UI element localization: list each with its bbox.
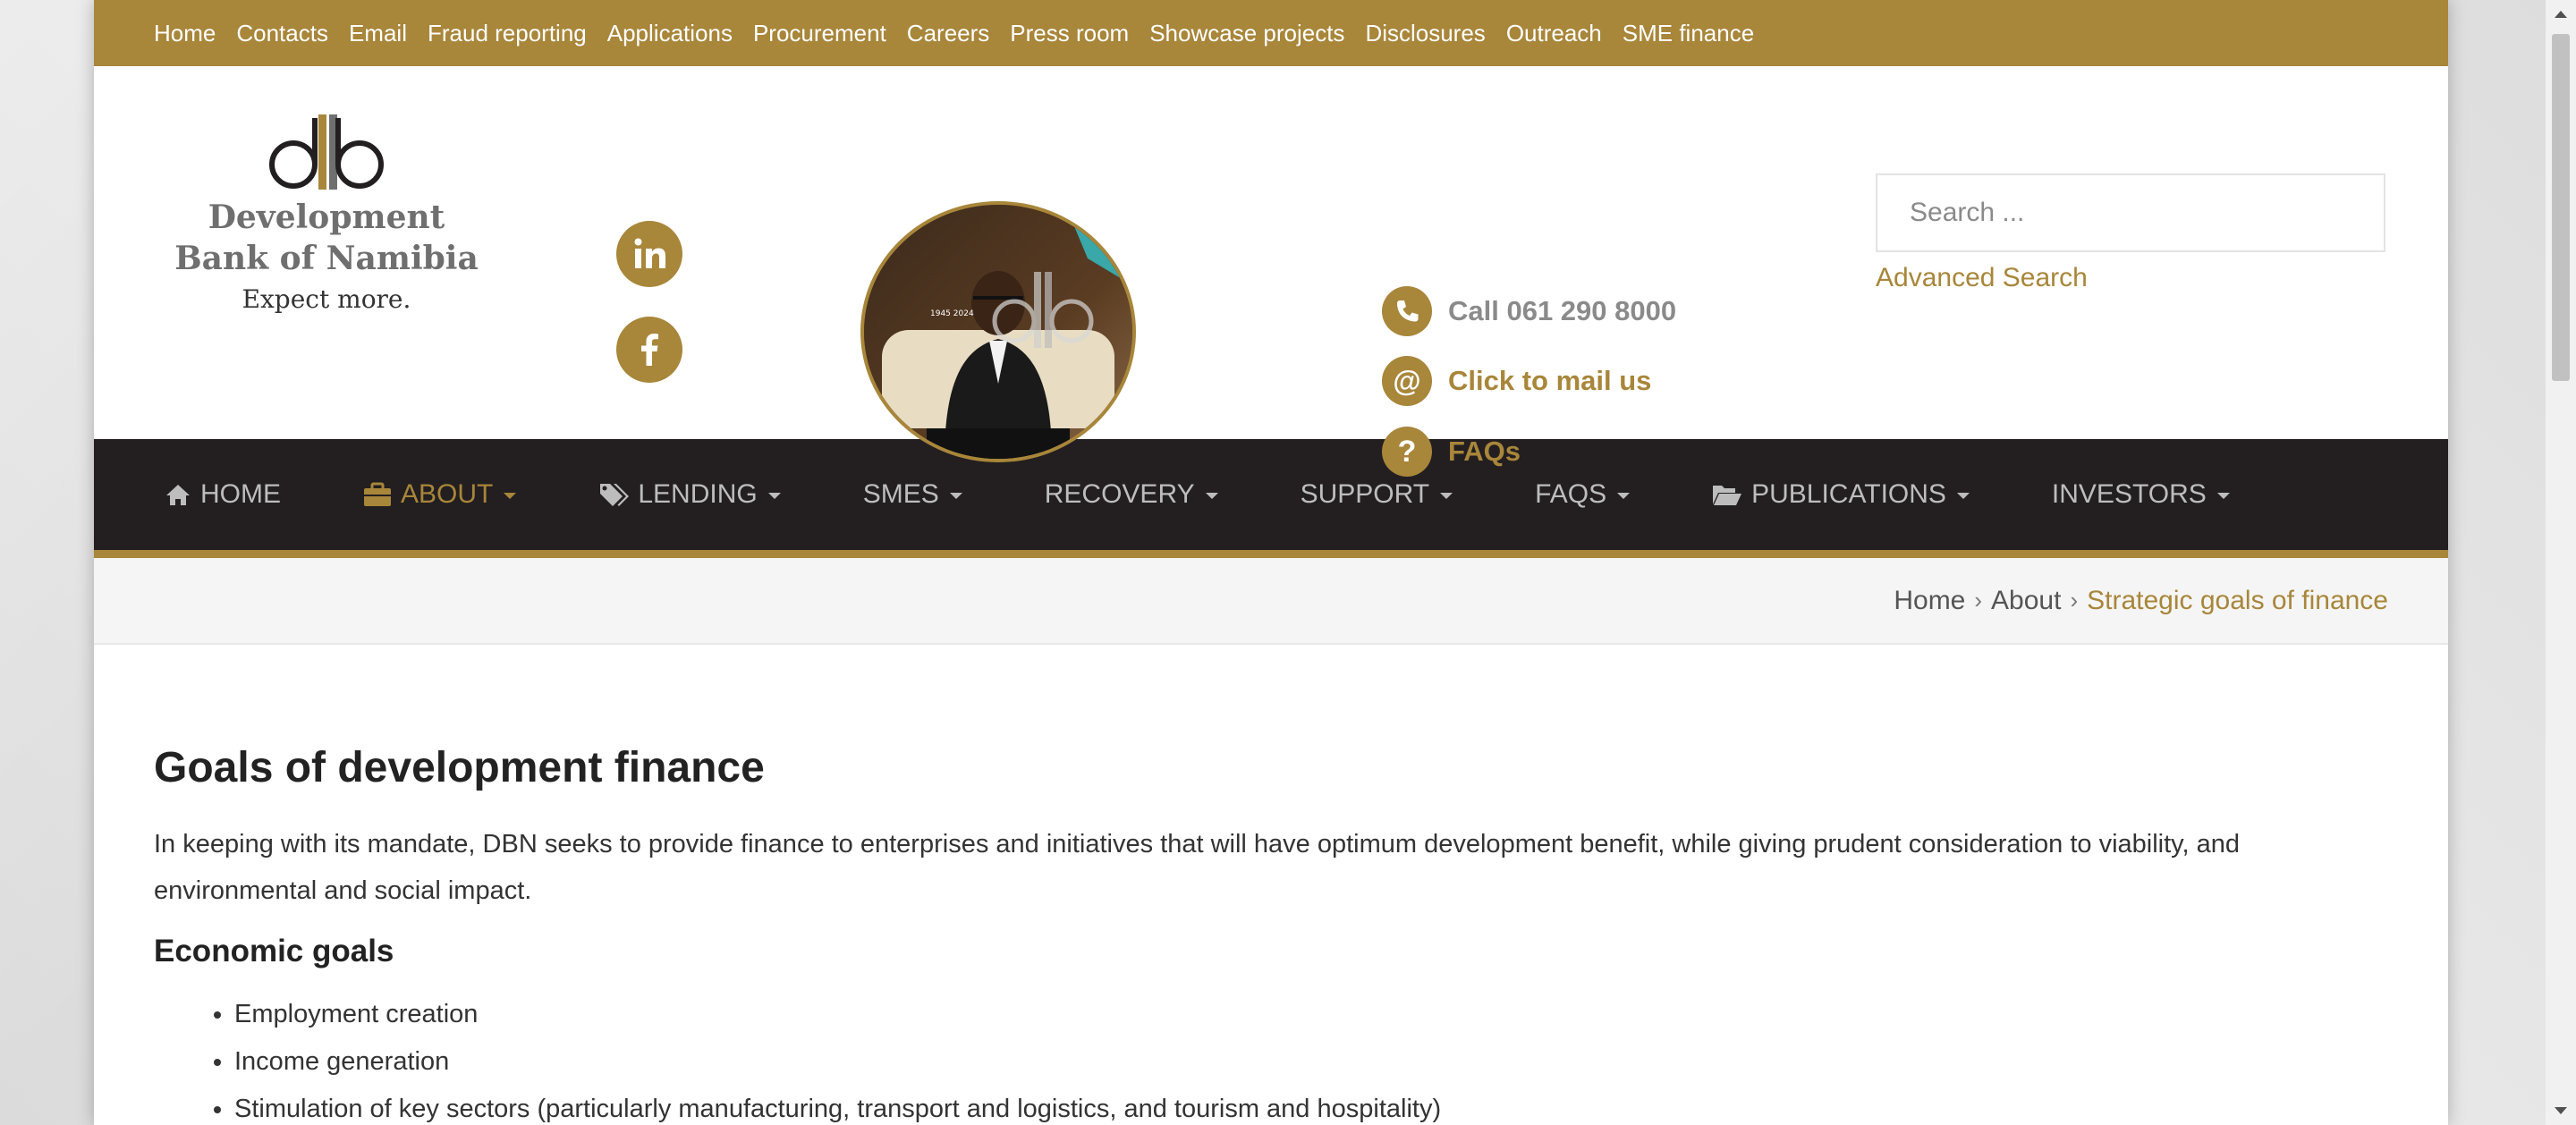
nav-item-about[interactable]: ABOUT [363, 479, 517, 510]
chevron-down-icon [767, 493, 781, 499]
topbar-link-home[interactable]: Home [154, 20, 216, 47]
mail-label: Click to mail us [1448, 365, 1652, 396]
breadcrumb-about[interactable]: About [1991, 586, 2061, 616]
breadcrumb-separator: › [2070, 587, 2079, 613]
nav-label-investors: INVESTORS [2051, 479, 2207, 509]
nav-item-investors[interactable]: INVESTORS [2052, 479, 2230, 510]
scrollbar-thumb[interactable] [2552, 34, 2570, 381]
nav-label-support: SUPPORT [1300, 479, 1430, 509]
topbar-link-procurement[interactable]: Procurement [753, 20, 886, 47]
nav-item-publications[interactable]: PUBLICATIONS [1712, 479, 1970, 510]
intro-paragraph: In keeping with its mandate, DBN seeks t… [154, 830, 2241, 905]
list-item: Stimulation of key sectors (particularly… [234, 1086, 2388, 1125]
topbar-link-sme-finance[interactable]: SME finance [1623, 20, 1754, 47]
chevron-down-icon [1956, 493, 1970, 499]
nav-label-lending: LENDING [638, 479, 758, 509]
briefcase-icon [363, 482, 392, 507]
call-link[interactable]: Call 061 290 8000 [1382, 286, 1676, 336]
site-header: Development Bank of Namibia Expect more. [94, 66, 2448, 477]
tags-icon [598, 482, 630, 507]
logo-name-line1: Development [208, 199, 445, 236]
mail-link[interactable]: @ Click to mail us [1382, 356, 1651, 406]
nav-label-publications: PUBLICATIONS [1751, 479, 1946, 509]
nav-label-about: ABOUT [401, 479, 494, 509]
call-label: Call 061 290 8000 [1448, 295, 1677, 326]
nav-item-lending[interactable]: LENDING [598, 479, 781, 510]
chevron-down-icon [1440, 493, 1453, 499]
chevron-down-icon [1205, 493, 1218, 499]
folder-open-icon [1712, 483, 1742, 506]
section-heading: Economic goals [154, 934, 394, 969]
faqs-link[interactable]: ? FAQs [1382, 427, 1521, 477]
nav-label-recovery: RECOVERY [1044, 479, 1195, 509]
nav-item-home[interactable]: HOME [165, 479, 281, 510]
economic-goals-list: Employment creation Income generation St… [154, 991, 2388, 1125]
nav-item-faqs[interactable]: FAQS [1535, 479, 1631, 510]
home-icon [165, 483, 191, 506]
facebook-button[interactable] [616, 317, 682, 383]
advanced-search-link[interactable]: Advanced Search [1876, 263, 2088, 293]
breadcrumb: Home › About › Strategic goals of financ… [94, 558, 2448, 645]
topbar-link-fraud-reporting[interactable]: Fraud reporting [428, 20, 587, 47]
nav-item-smes[interactable]: SMES [863, 479, 962, 510]
main-navigation: HOME ABOUT LENDING SMES RECOVERY SUPPORT [94, 439, 2448, 558]
breadcrumb-separator: › [1974, 587, 1983, 613]
vertical-scrollbar[interactable] [2546, 0, 2576, 1125]
topbar-link-email[interactable]: Email [349, 20, 407, 47]
topbar-link-outreach[interactable]: Outreach [1506, 20, 1602, 47]
scroll-down-arrow-icon[interactable] [2555, 1107, 2567, 1114]
nav-item-support[interactable]: SUPPORT [1301, 479, 1453, 510]
topbar-link-careers[interactable]: Careers [907, 20, 989, 47]
faqs-label: FAQs [1448, 436, 1521, 467]
facebook-icon [641, 334, 658, 366]
topbar-link-disclosures[interactable]: Disclosures [1365, 20, 1485, 47]
phone-icon [1382, 286, 1432, 336]
topbar-link-press-room[interactable]: Press room [1010, 20, 1129, 47]
main-content: Goals of development finance In keeping … [94, 645, 2448, 1125]
chevron-down-icon [504, 493, 517, 499]
nav-label-home: HOME [200, 479, 281, 509]
logo-tagline: Expect more. [242, 284, 411, 314]
breadcrumb-current: Strategic goals of finance [2087, 585, 2388, 615]
nav-item-recovery[interactable]: RECOVERY [1045, 479, 1218, 510]
list-item: Employment creation [234, 991, 2388, 1038]
breadcrumb-home[interactable]: Home [1894, 586, 1965, 616]
nav-label-faqs: FAQS [1535, 479, 1607, 509]
search-input[interactable] [1876, 173, 2385, 252]
chevron-down-icon [949, 493, 962, 499]
question-icon: ? [1382, 427, 1432, 477]
topbar-link-applications[interactable]: Applications [607, 20, 733, 47]
linkedin-button[interactable] [616, 221, 682, 287]
dbn-logo-mark-icon [269, 114, 384, 190]
chevron-down-icon [1617, 493, 1631, 499]
scroll-up-arrow-icon[interactable] [2555, 11, 2567, 18]
president-portrait-image: 1945 2024 [860, 201, 1136, 462]
list-item: Income generation [234, 1038, 2388, 1086]
top-utility-bar: Home Contacts Email Fraud reporting Appl… [94, 0, 2448, 66]
page-title: Goals of development finance [154, 744, 765, 791]
at-icon: @ [1382, 356, 1432, 406]
nav-label-smes: SMES [862, 479, 939, 509]
topbar-link-showcase-projects[interactable]: Showcase projects [1149, 20, 1344, 47]
chevron-down-icon [2216, 493, 2230, 499]
dbn-logo[interactable]: Development Bank of Namibia Expect more. [165, 113, 487, 381]
linkedin-icon [634, 238, 665, 268]
portrait-years-text: 1945 2024 [930, 309, 974, 318]
logo-name-line2: Bank of Namibia [174, 240, 479, 277]
topbar-link-contacts[interactable]: Contacts [236, 20, 328, 47]
site-page: Home Contacts Email Fraud reporting Appl… [94, 0, 2448, 1125]
